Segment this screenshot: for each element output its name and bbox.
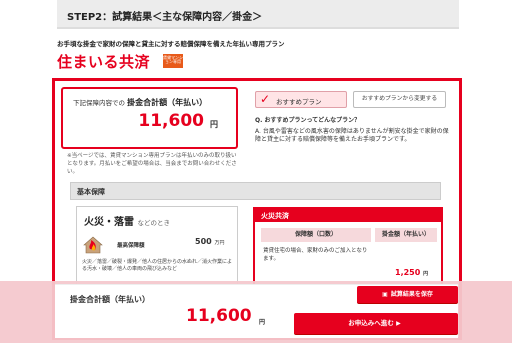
premium-summary-box: 下記保障内容での 掛金合計額（年払い） 11,600 円	[61, 87, 238, 149]
faq-question: Q. おすすめプランってどんなプラン？	[255, 117, 361, 124]
proceed-to-apply-button[interactable]: お申込みへ進む ▶	[294, 313, 458, 334]
fire-coverage-card: 火災・落雷 などのとき 最高保障額 500 万円 火災／落雷／破裂・爆発／他人の…	[76, 206, 238, 286]
kyosai-row-premium: 1,250 円	[395, 268, 428, 277]
basic-coverage-header: 基本保障	[70, 182, 441, 200]
proceed-to-apply-label: お申込みへ進む	[348, 319, 394, 327]
max-coverage-value: 500 万円	[195, 237, 225, 246]
fire-title-text: 火災・落雷	[84, 217, 134, 228]
house-fire-icon	[83, 236, 103, 254]
premium-label-prefix: 下記保障内容での	[73, 99, 125, 107]
premium-column-header: 掛金額（年払い）	[375, 228, 437, 242]
max-coverage-unit: 万円	[214, 240, 225, 246]
change-plan-button[interactable]: おすすめプランから変更する	[353, 91, 446, 108]
chevron-right-icon: ▶	[396, 320, 401, 327]
kyosai-row-description: 賃貸住宅の場合、家財のみのご加入となります。	[263, 248, 368, 263]
brand-badge: 賃貸マンション専用	[163, 54, 183, 68]
step-header: STEP2：試算結果＜主な保障内容／掛金＞	[57, 0, 459, 29]
check-icon: ✓	[260, 92, 271, 106]
coverage-column-header: 保障額（口数）	[261, 228, 371, 242]
brand-name: 住まいる共済	[57, 53, 151, 71]
total-premium-label: 掛金合計額（年払い）	[70, 295, 150, 304]
fire-kyosai-title: 火災共済	[255, 209, 441, 222]
save-icon: ▣	[382, 291, 388, 298]
plan-faq: Q. おすすめプランってどんなプラン？ A. 台風や雷害などの風水害の保障はあり…	[255, 117, 450, 145]
faq-answer: A. 台風や雷害などの風水害の保障はありませんが割安な掛金で家財の保障と貸主に対…	[255, 127, 449, 144]
total-premium-unit: 円	[259, 319, 266, 326]
recommended-plan-label: おすすめプラン	[276, 98, 322, 106]
kyosai-premium-unit: 円	[423, 271, 429, 277]
max-coverage-number: 500	[195, 237, 212, 246]
step-title: STEP2：試算結果＜主な保障内容／掛金＞	[67, 12, 263, 23]
premium-amount: 11,600	[138, 111, 204, 131]
payment-note: ※当ページでは、賃貸マンション専用プランは年払いのみの取り扱いとなります。月払い…	[67, 153, 237, 175]
fire-kyosai-panel: 火災共済 保障額（口数） 掛金額（年払い） 賃貸住宅の場合、家財のみのご加入とな…	[253, 207, 443, 287]
brand-logo: 住まいる共済 賃貸マンション専用	[57, 51, 183, 71]
premium-label-main: 掛金合計額（年払い）	[127, 98, 208, 107]
fire-coverage-title: 火災・落雷 などのとき	[84, 213, 170, 228]
premium-unit: 円	[210, 120, 218, 129]
save-result-label: 試算結果を保存	[390, 291, 433, 298]
kyosai-premium-number: 1,250	[395, 268, 421, 277]
plan-intro-text: お手頃な掛金で家財の保障と貸主に対する賠償保障を備えた年払い専用プラン	[57, 40, 285, 48]
save-result-button[interactable]: ▣ 試算結果を保存	[357, 286, 458, 303]
fire-coverage-description: 火災／落雷／破裂・爆発／他人の住居からの水ぬれ／消火作業による汚水・破壊／他人の…	[82, 259, 233, 273]
total-premium-amount: 11,600	[186, 306, 252, 326]
recommended-plan-button[interactable]: ✓ おすすめプラン	[255, 91, 347, 108]
max-coverage-label: 最高保障額	[117, 243, 145, 249]
basic-coverage-title: 基本保障	[77, 188, 105, 196]
fire-title-sub: などのとき	[137, 219, 170, 227]
premium-summary-label: 下記保障内容での 掛金合計額（年払い）	[73, 97, 207, 108]
